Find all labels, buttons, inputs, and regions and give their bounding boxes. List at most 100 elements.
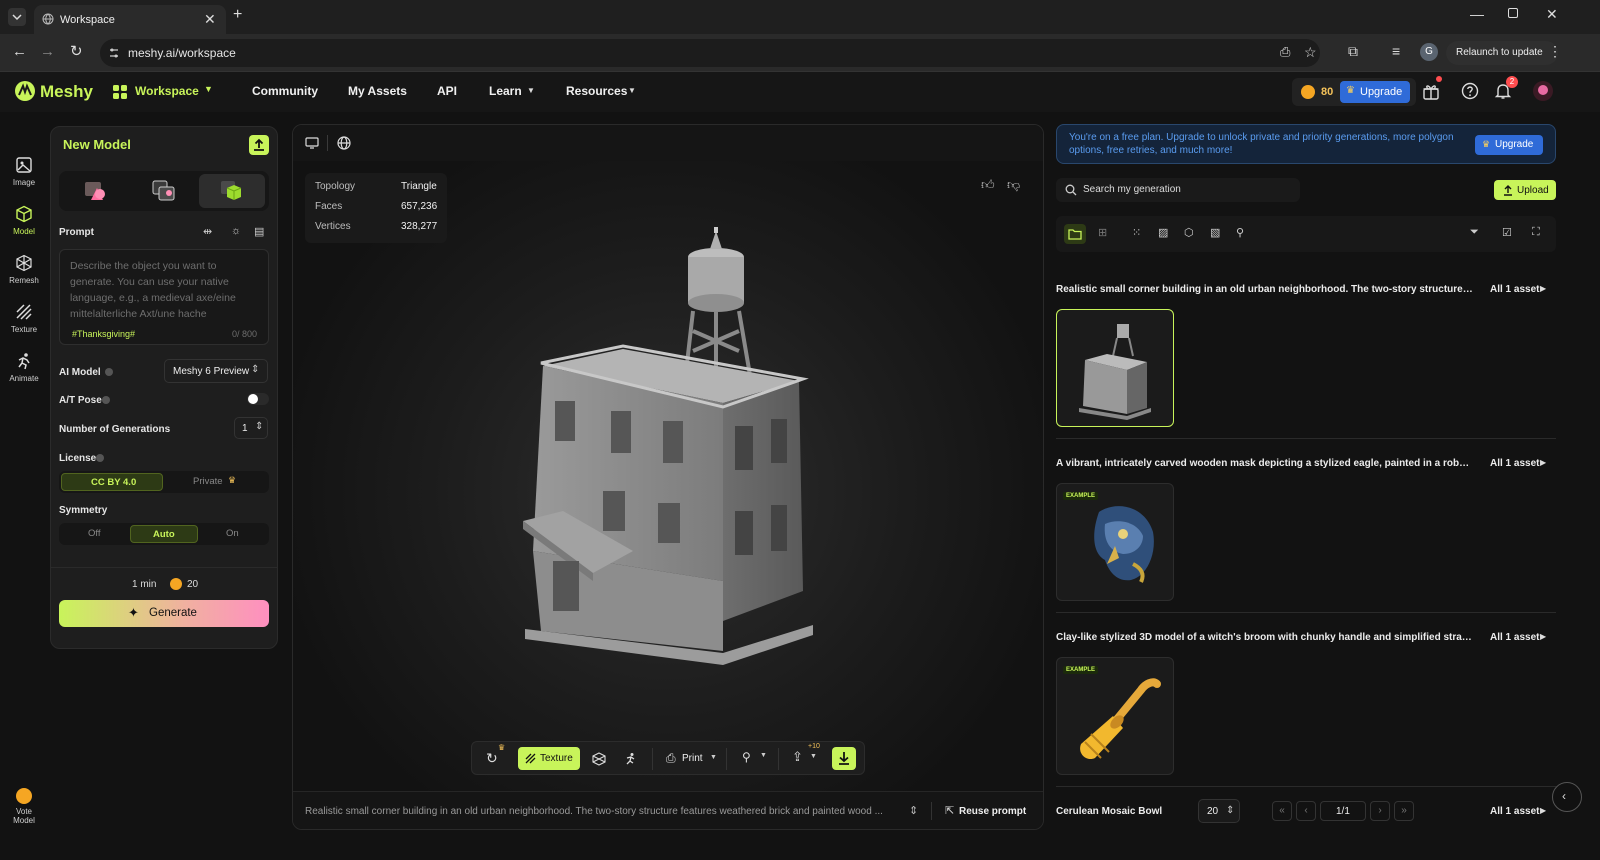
window-close-icon[interactable]: ✕ xyxy=(1546,6,1558,23)
last-page-button[interactable]: » xyxy=(1394,801,1414,821)
wireframe-cube-icon[interactable] xyxy=(592,752,606,766)
per-page-select[interactable]: 20 ⇕ xyxy=(1198,799,1240,823)
panel-collapse-handle[interactable]: ‹ xyxy=(1552,782,1582,812)
symmetry-on-option[interactable]: On xyxy=(199,525,267,543)
prompt-split-icon[interactable]: ⇹ xyxy=(203,225,212,238)
profile-avatar[interactable]: G xyxy=(1420,43,1438,61)
share-icon[interactable]: ⇪ xyxy=(792,749,803,765)
workspace-menu[interactable]: Workspace ▼ xyxy=(112,78,216,106)
multi-image-to-3d-tab[interactable] xyxy=(199,174,265,208)
upload-button[interactable]: Upload xyxy=(1494,180,1556,200)
print-menu[interactable]: ⎙ Print ▼ xyxy=(660,748,720,770)
user-avatar[interactable] xyxy=(1533,81,1553,101)
nav-learn[interactable]: Learn xyxy=(489,84,522,98)
asset-group-title[interactable]: Clay-like stylized 3D model of a witch's… xyxy=(1056,632,1474,643)
minimize-icon[interactable]: — xyxy=(1470,6,1484,22)
rail-texture[interactable]: Texture xyxy=(4,303,44,334)
nav-api[interactable]: API xyxy=(437,84,457,98)
tab-list-button[interactable] xyxy=(8,8,26,26)
image-filter-icon[interactable]: ▨ xyxy=(1158,226,1168,239)
forward-icon[interactable]: → xyxy=(40,43,55,60)
relaunch-button[interactable]: Relaunch to update xyxy=(1446,41,1558,65)
prompt-lightbulb-icon[interactable]: ☼ xyxy=(231,225,241,237)
at-pose-toggle[interactable] xyxy=(247,393,269,405)
prompt-template-icon[interactable]: ▤ xyxy=(254,225,264,238)
rail-remesh[interactable]: Remesh xyxy=(4,254,44,285)
asset-group-title[interactable]: A vibrant, intricately carved wooden mas… xyxy=(1056,458,1474,469)
url-field[interactable]: meshy.ai/workspace ⎙ ☆ xyxy=(100,39,1320,67)
gift-icon[interactable] xyxy=(1422,82,1440,100)
license-cc-option[interactable]: CC BY 4.0 xyxy=(61,473,163,491)
asset-group-count[interactable]: All 1 asset xyxy=(1490,458,1539,469)
install-app-icon[interactable]: ⎙ xyxy=(1280,44,1290,60)
model-viewer[interactable]: Topology Triangle Faces 657,236 Vertices… xyxy=(292,124,1044,830)
animate-filter-icon[interactable]: ⚲ xyxy=(1236,226,1244,239)
generate-button[interactable]: ✦ Generate xyxy=(59,600,269,627)
search-input[interactable]: Search my generation xyxy=(1056,178,1300,202)
texture-filter-icon[interactable]: ▧ xyxy=(1210,226,1220,239)
reload-icon[interactable]: ↻ xyxy=(70,42,83,60)
asset-thumbnail-broom[interactable]: EXAMPLE xyxy=(1056,657,1174,775)
upgrade-button[interactable]: ♛ Upgrade xyxy=(1340,81,1410,103)
new-tab-icon[interactable]: + xyxy=(233,6,242,24)
nav-my-assets[interactable]: My Assets xyxy=(348,84,407,98)
rig-icon[interactable] xyxy=(624,752,638,766)
next-page-button[interactable]: › xyxy=(1370,801,1390,821)
tool-menu-icon[interactable]: ⚲ xyxy=(742,750,751,764)
thumbs-down-icon[interactable]: 👎︎ xyxy=(1007,177,1020,193)
expand-updown-icon[interactable]: ⇕ xyxy=(909,804,918,817)
symmetry-off-option[interactable]: Off xyxy=(61,525,129,543)
nav-community[interactable]: Community xyxy=(252,84,318,98)
asset-thumbnail-mask[interactable]: EXAMPLE xyxy=(1056,483,1174,601)
download-button[interactable] xyxy=(832,747,856,770)
monitor-icon[interactable] xyxy=(305,137,319,149)
extensions-icon[interactable]: ⧉ xyxy=(1348,43,1358,60)
reuse-prompt-button[interactable]: ⇱ Reuse prompt xyxy=(943,800,1037,822)
text-to-3d-tab[interactable] xyxy=(63,174,129,208)
texture-button[interactable]: Texture xyxy=(518,747,580,770)
first-page-button[interactable]: « xyxy=(1272,801,1292,821)
next-asset-title[interactable]: Cerulean Mosaic Bowl xyxy=(1056,806,1162,817)
asset-group-count[interactable]: All 1 asset xyxy=(1490,806,1539,817)
image-to-3d-tab[interactable] xyxy=(131,174,197,208)
divider xyxy=(931,802,932,820)
rail-image[interactable]: Image xyxy=(4,156,44,187)
model-filter-icon[interactable]: ⬡ xyxy=(1184,226,1194,239)
environment-globe-icon[interactable] xyxy=(337,136,351,150)
tab-close-icon[interactable]: ✕ xyxy=(204,11,216,28)
back-icon[interactable]: ← xyxy=(12,43,27,60)
asset-group-title[interactable]: Realistic small corner building in an ol… xyxy=(1056,284,1474,295)
browser-tab-active[interactable]: Workspace ✕ xyxy=(34,5,226,34)
asset-group-count[interactable]: All 1 asset xyxy=(1490,284,1539,295)
rail-model[interactable]: Model xyxy=(4,205,44,236)
num-generations-stepper[interactable]: 1 ⇕ xyxy=(234,417,268,439)
asset-thumbnail-building[interactable] xyxy=(1056,309,1174,427)
grid-view-icon[interactable]: ⊞ xyxy=(1098,226,1107,239)
import-button[interactable] xyxy=(249,135,269,155)
hashtag-chip[interactable]: #Thanksgiving# xyxy=(72,329,135,339)
help-icon[interactable] xyxy=(1461,82,1479,100)
asset-group-count[interactable]: All 1 asset xyxy=(1490,632,1539,643)
dots-grid-icon[interactable]: ⁙ xyxy=(1132,226,1141,239)
rail-animate[interactable]: Animate xyxy=(4,352,44,383)
thumbs-up-icon[interactable]: 👍︎ xyxy=(981,177,995,193)
restore-icon[interactable] xyxy=(1508,8,1518,18)
browser-menu-icon[interactable]: ⋮ xyxy=(1548,43,1562,60)
rail-vote-model[interactable]: Vote Model xyxy=(4,788,44,825)
select-checkbox-icon[interactable]: ☑ xyxy=(1502,226,1512,239)
filter-icon[interactable]: ⏷ xyxy=(1470,226,1479,239)
bookmark-star-icon[interactable]: ☆ xyxy=(1304,44,1317,61)
prompt-textarea[interactable]: Describe the object you want to generate… xyxy=(59,249,269,345)
nav-resources[interactable]: Resources xyxy=(566,84,627,98)
prev-page-button[interactable]: ‹ xyxy=(1296,801,1316,821)
license-private-option[interactable]: Private ♛ xyxy=(165,473,267,491)
folder-view-button[interactable] xyxy=(1064,224,1086,244)
rotate-icon[interactable]: ↻ xyxy=(486,750,498,767)
ai-model-select[interactable]: Meshy 6 Preview ⇕ xyxy=(164,359,268,383)
page-input[interactable]: 1/1 xyxy=(1320,801,1366,821)
banner-upgrade-button[interactable]: ♛ Upgrade xyxy=(1475,135,1543,155)
fullscreen-icon[interactable]: ⛶ xyxy=(1532,226,1540,239)
symmetry-auto-option[interactable]: Auto xyxy=(130,525,198,543)
brand-logo[interactable]: Meshy xyxy=(14,79,93,105)
media-controls-icon[interactable]: ≡ xyxy=(1392,43,1400,59)
